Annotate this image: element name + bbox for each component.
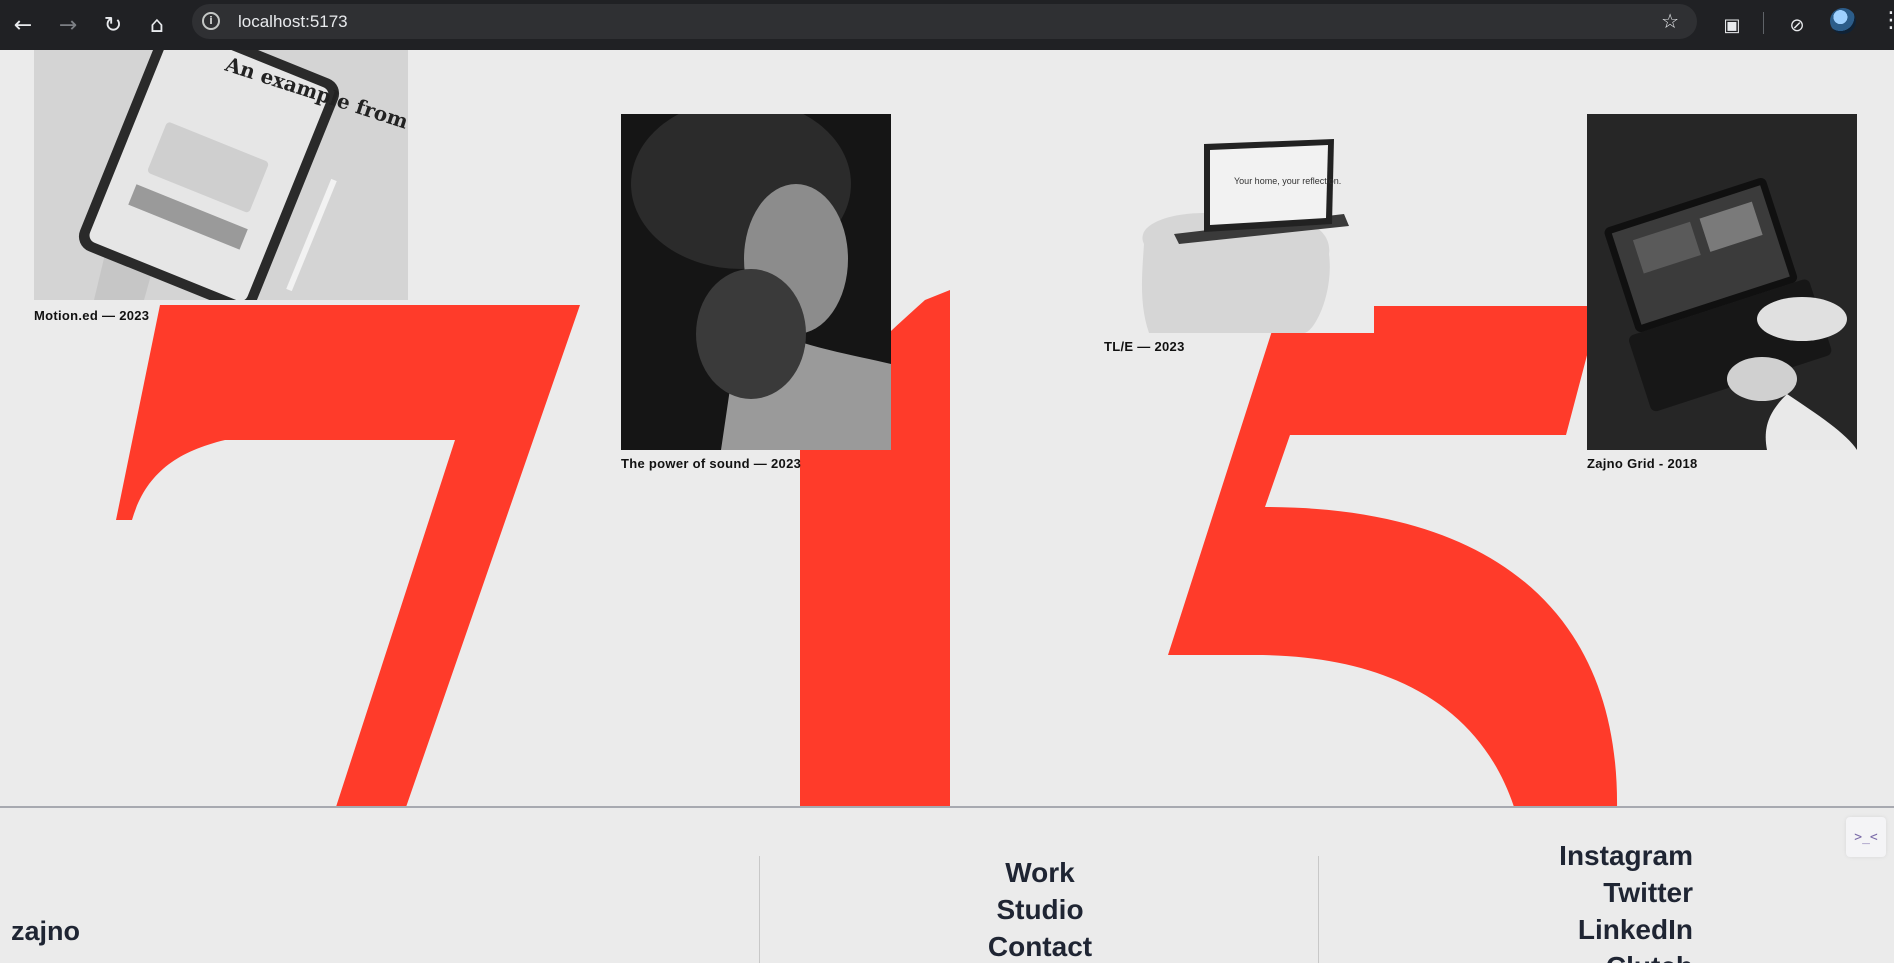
project-thumbnail[interactable]: Your home, your reflection. — [1104, 114, 1374, 333]
project-thumbnail[interactable] — [1587, 114, 1857, 450]
project-caption[interactable]: Zajno Grid - 2018 — [1587, 456, 1698, 471]
social-link-instagram[interactable]: Instagram — [1559, 837, 1693, 874]
profile-avatar[interactable] — [1830, 8, 1856, 34]
home-icon[interactable]: ⌂ — [141, 9, 173, 41]
footer-link-contact[interactable]: Contact — [760, 928, 1320, 963]
social-link-linkedin[interactable]: LinkedIn — [1559, 911, 1693, 948]
performance-icon[interactable]: ⊘ — [1781, 9, 1813, 41]
laptop-on-rock-image: Your home, your reflection. — [1141, 139, 1349, 333]
project-thumbnail[interactable] — [621, 114, 891, 450]
info-icon[interactable]: i — [202, 12, 220, 30]
hero-section: An example from classic animation Motion… — [0, 50, 1894, 806]
project-thumbnail[interactable]: An example from classic animation — [34, 50, 408, 300]
portrait-image — [621, 114, 891, 450]
project-caption[interactable]: Motion.ed — 2023 — [34, 308, 149, 323]
reload-icon[interactable]: ↻ — [97, 9, 129, 41]
url-text[interactable]: localhost:5173 — [238, 12, 348, 32]
laptop-image-text: Your home, your reflection. — [1234, 176, 1341, 186]
digit-seven — [116, 305, 580, 806]
page: An example from classic animation Motion… — [0, 50, 1894, 963]
footer-link-work[interactable]: Work — [760, 854, 1320, 891]
site-footer: zajno Work Studio Contact Instagram Twit… — [0, 808, 1894, 963]
digit-five — [1168, 306, 1617, 806]
browser-toolbar: ← → ↻ ⌂ i localhost:5173 ☆ ▣ ⊘ ⋮ — [0, 0, 1894, 50]
project-caption[interactable]: TL/E — 2023 — [1104, 339, 1185, 354]
footer-social-links: Instagram Twitter LinkedIn Clutch — [1559, 837, 1693, 963]
address-bar[interactable]: i localhost:5173 ☆ — [192, 4, 1697, 39]
star-icon[interactable]: ☆ — [1661, 9, 1679, 33]
extensions-icon[interactable]: ▣ — [1716, 9, 1748, 41]
social-link-clutch[interactable]: Clutch — [1559, 948, 1693, 963]
forward-icon[interactable]: → — [52, 9, 84, 41]
tablet-mockup-image: An example from classic animation — [34, 50, 408, 300]
more-icon[interactable]: ⋮ — [1880, 8, 1894, 34]
back-icon[interactable]: ← — [7, 9, 39, 41]
footer-menu: Work Studio Contact — [760, 854, 1320, 963]
corner-widget-icon[interactable]: >_< — [1846, 817, 1886, 857]
project-caption[interactable]: The power of sound — 2023 — [621, 456, 801, 471]
footer-brand-logo[interactable]: zajno — [11, 916, 80, 947]
social-link-twitter[interactable]: Twitter — [1559, 874, 1693, 911]
toolbar-separator — [1763, 12, 1764, 34]
laptop-hands-image — [1587, 114, 1857, 450]
footer-link-studio[interactable]: Studio — [760, 891, 1320, 928]
